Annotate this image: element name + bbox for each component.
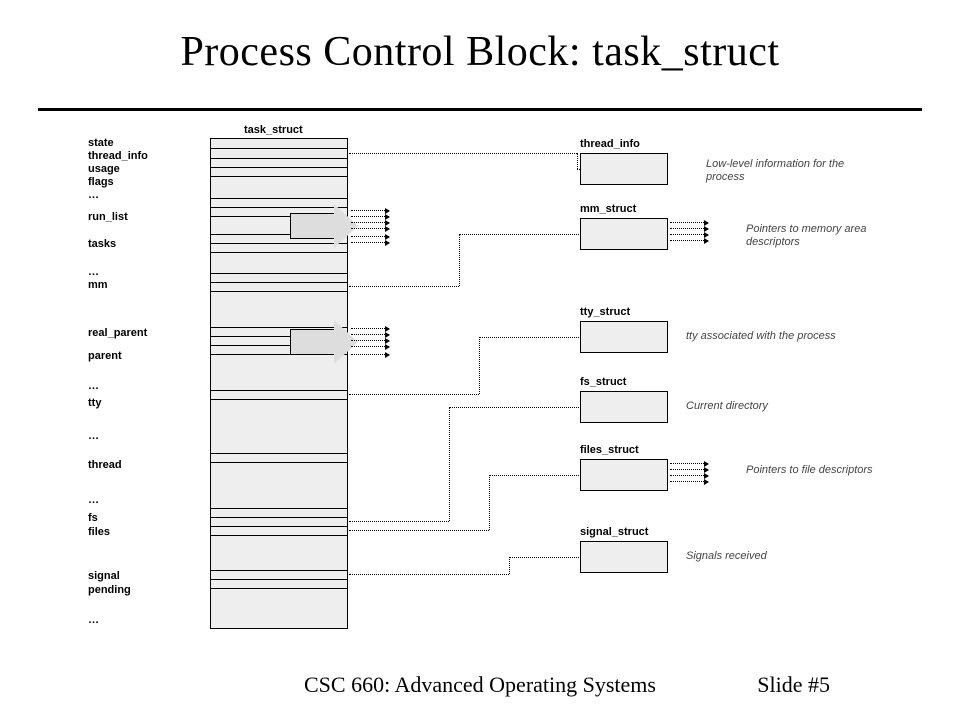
slide: Process Control Block: task_struct task_… <box>0 0 960 720</box>
field-real-parent: real_parent <box>88 327 147 339</box>
box-label-thread-info: thread_info <box>580 138 640 150</box>
column-label: task_struct <box>244 124 303 136</box>
connector-tty <box>349 394 479 395</box>
desc-fs-struct: Current directory <box>686 400 768 413</box>
slide-title: Process Control Block: task_struct <box>0 28 960 76</box>
box-label-fs-struct: fs_struct <box>580 376 626 388</box>
field-files: files <box>88 526 110 538</box>
desc-mm-struct: Pointers to memory area descriptors <box>746 223 906 248</box>
ellipsis: … <box>88 494 99 506</box>
box-fs-struct <box>580 391 668 423</box>
field-state: state <box>88 137 114 149</box>
connector-files <box>349 530 489 531</box>
field-flags: flags <box>88 176 114 188</box>
desc-thread-info: Low-level information for the process <box>706 158 876 183</box>
field-mm: mm <box>88 279 108 291</box>
desc-files-struct: Pointers to file descriptors <box>746 464 886 477</box>
connector-mm <box>349 286 459 287</box>
ellipsis: … <box>88 380 99 392</box>
title-rule <box>38 108 922 111</box>
field-thread-info: thread_info <box>88 150 148 162</box>
box-label-files-struct: files_struct <box>580 444 639 456</box>
ellipsis: … <box>88 189 99 201</box>
box-files-struct <box>580 459 668 491</box>
field-run-list: run_list <box>88 211 128 223</box>
field-signal: signal <box>88 570 120 582</box>
row-line <box>210 138 348 139</box>
field-tasks: tasks <box>88 238 116 250</box>
box-label-signal-struct: signal_struct <box>580 526 648 538</box>
field-thread: thread <box>88 459 122 471</box>
diagram: task_struct state <box>46 128 914 648</box>
connector-fs <box>349 521 449 522</box>
field-tty: tty <box>88 397 101 409</box>
box-signal-struct <box>580 541 668 573</box>
desc-signal-struct: Signals received <box>686 550 767 563</box>
footer-slide-no: Slide #5 <box>757 672 830 698</box>
field-fs: fs <box>88 512 98 524</box>
field-parent: parent <box>88 350 122 362</box>
desc-tty-struct: tty associated with the process <box>686 330 836 343</box>
field-pending: pending <box>88 584 131 596</box>
field-usage: usage <box>88 163 120 175</box>
ellipsis: … <box>88 614 99 626</box>
connector-thread-info <box>349 153 577 154</box>
box-label-mm-struct: mm_struct <box>580 203 636 215</box>
box-mm-struct <box>580 218 668 250</box>
box-tty-struct <box>580 321 668 353</box>
ellipsis: … <box>88 266 99 278</box>
ellipsis: … <box>88 430 99 442</box>
connector-signal <box>349 574 509 575</box>
block-arrow-icon <box>290 320 362 364</box>
box-thread-info <box>580 153 668 185</box>
box-label-tty-struct: tty_struct <box>580 306 630 318</box>
